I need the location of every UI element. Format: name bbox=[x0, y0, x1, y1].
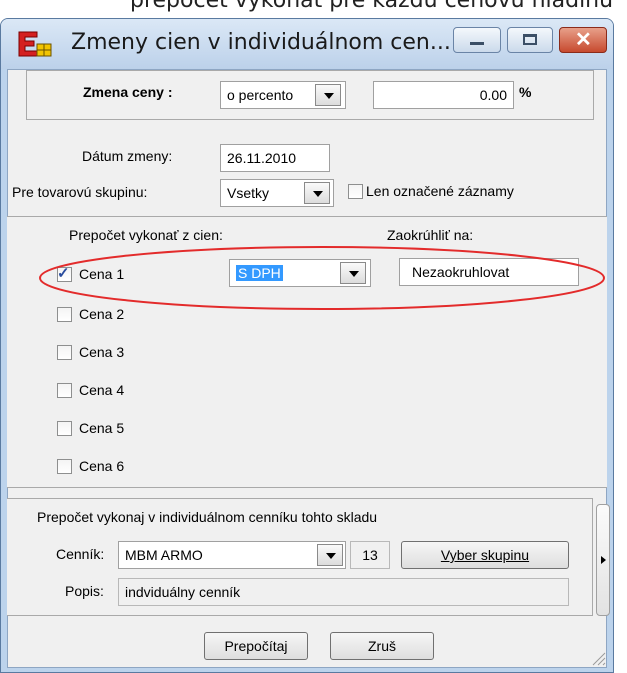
change-value-input[interactable]: 0.00 bbox=[373, 81, 514, 109]
only-marked-checkbox[interactable] bbox=[348, 184, 363, 199]
cancel-button[interactable]: Zruš bbox=[330, 632, 434, 660]
title-bar: Zmeny cien v individuálnom cen... ✕ bbox=[1, 19, 613, 69]
pricelist-heading: Prepočet vykonaj v individuálnom cenníku… bbox=[37, 509, 378, 525]
product-group-value: Vsetky bbox=[227, 185, 270, 201]
dialog-body: Zmena ceny : o percento 0.00 % Dátum zme… bbox=[7, 69, 610, 668]
minimize-button[interactable] bbox=[453, 27, 501, 53]
close-icon: ✕ bbox=[575, 29, 592, 51]
pricelist-dropdown-button[interactable] bbox=[317, 544, 343, 566]
side-expand-button[interactable] bbox=[596, 504, 610, 616]
price-5-checkbox[interactable] bbox=[57, 421, 72, 436]
pricelist-value: MBM ARMO bbox=[125, 547, 203, 563]
pricelist-label: Cenník: bbox=[56, 546, 105, 562]
description-label: Popis: bbox=[65, 583, 104, 599]
background-document-text: prepočet vykonať pre každú cenovú hladin… bbox=[130, 0, 614, 13]
percent-unit: % bbox=[519, 84, 532, 100]
prices-panel: Prepočet vykonať z cien: Zaokrúhliť na: … bbox=[7, 216, 607, 488]
app-icon bbox=[18, 31, 52, 57]
price-3-checkbox[interactable] bbox=[57, 345, 72, 360]
price-4-checkbox[interactable] bbox=[57, 383, 72, 398]
only-marked-label: Len označené záznamy bbox=[366, 183, 514, 199]
product-group-dropdown-button[interactable] bbox=[304, 182, 330, 204]
maximize-button[interactable] bbox=[507, 27, 553, 53]
price-5-label: Cena 5 bbox=[79, 420, 125, 436]
product-group-label: Pre tovarovú skupinu: bbox=[12, 184, 148, 200]
date-input[interactable]: 26.11.2010 bbox=[220, 144, 330, 172]
chevron-down-icon bbox=[313, 191, 323, 197]
pricelist-number: 13 bbox=[350, 541, 390, 569]
minimize-icon bbox=[470, 42, 484, 45]
price-6-checkbox[interactable] bbox=[57, 459, 72, 474]
select-group-label: Vyber skupinu bbox=[440, 547, 530, 563]
price-3-label: Cena 3 bbox=[79, 344, 125, 360]
price-4-label: Cena 4 bbox=[79, 382, 125, 398]
pricelist-select[interactable]: MBM ARMO bbox=[118, 541, 346, 569]
chevron-right-icon bbox=[601, 556, 606, 564]
change-mode-dropdown-button[interactable] bbox=[315, 84, 341, 106]
price-6-label: Cena 6 bbox=[79, 458, 125, 474]
window-title: Zmeny cien v individuálnom cen... bbox=[71, 30, 451, 55]
maximize-icon bbox=[523, 34, 537, 45]
resize-grip-icon[interactable] bbox=[590, 650, 606, 666]
pricelist-panel: Prepočet vykonaj v individuálnom cenníku… bbox=[7, 498, 593, 616]
description-field: indviduálny cenník bbox=[118, 578, 569, 606]
chevron-down-icon bbox=[326, 553, 336, 559]
date-label: Dátum zmeny: bbox=[82, 148, 173, 164]
dialog-window: Zmeny cien v individuálnom cen... ✕ Zmen… bbox=[0, 18, 614, 673]
chevron-down-icon bbox=[324, 93, 334, 99]
price-change-panel: Zmena ceny : o percento 0.00 % bbox=[26, 70, 594, 120]
annotation-ellipse bbox=[39, 246, 605, 310]
recalculate-label: Prepočítaj bbox=[224, 638, 288, 654]
select-group-button[interactable]: Vyber skupinu bbox=[401, 541, 569, 569]
recalculate-button[interactable]: Prepočítaj bbox=[204, 632, 308, 660]
cancel-label: Zruš bbox=[368, 638, 396, 654]
price-change-label: Zmena ceny : bbox=[83, 84, 173, 100]
change-mode-value: o percento bbox=[227, 87, 294, 103]
close-button[interactable]: ✕ bbox=[559, 27, 607, 53]
